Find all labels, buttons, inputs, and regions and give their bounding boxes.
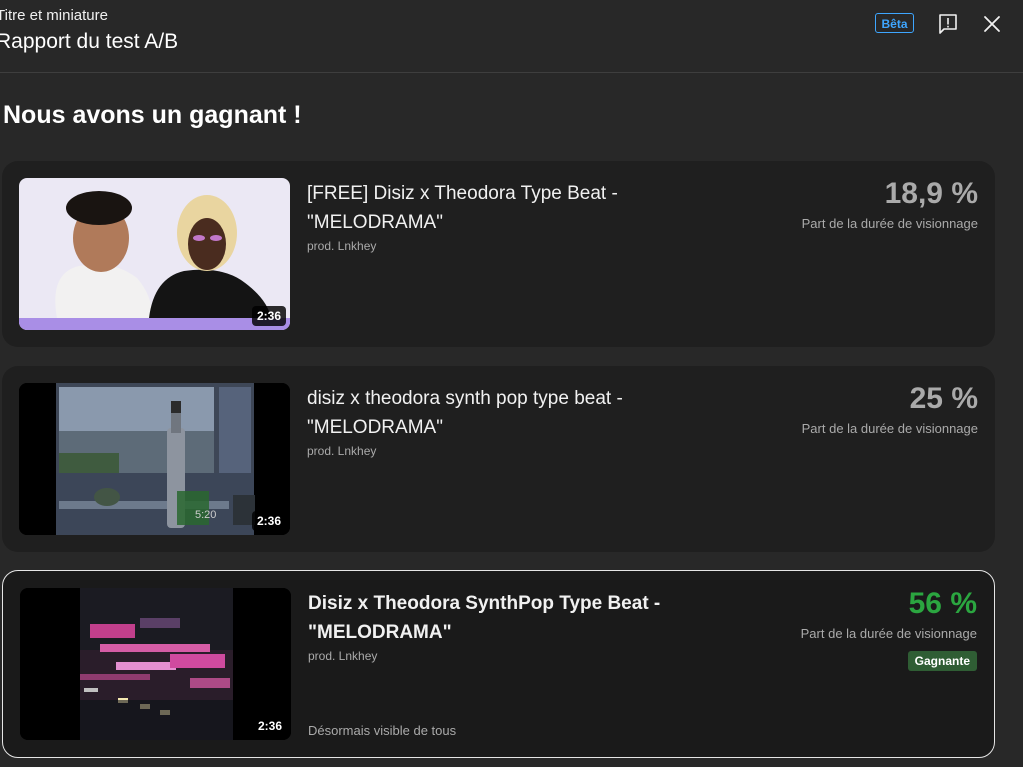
variant-card-1[interactable]: 2:36 [FREE] Disiz x Theodora Type Beat -… xyxy=(2,161,995,347)
video-title: Disiz x Theodora SynthPop Type Beat - "M… xyxy=(308,593,661,643)
beta-badge: Bêta xyxy=(875,13,914,33)
video-producer: prod. Lnkhey xyxy=(307,444,377,458)
metric-label: Part de la durée de visionnage xyxy=(801,421,978,436)
dialog-subtitle: Titre et miniature xyxy=(0,7,108,24)
video-title: [FREE] Disiz x Theodora Type Beat - "MEL… xyxy=(307,183,618,233)
thumbnail[interactable]: 5:20 2:36 xyxy=(19,383,290,535)
thumbnail[interactable]: 2:36 xyxy=(19,178,290,330)
video-producer: prod. Lnkhey xyxy=(308,649,378,663)
video-title: disiz x theodora synth pop type beat - "… xyxy=(307,388,623,438)
dialog-header: Titre et miniature Rapport du test A/B B… xyxy=(0,0,1023,73)
metric-label: Part de la durée de visionnage xyxy=(800,626,977,641)
duration-badge: 2:36 xyxy=(251,511,286,531)
close-icon[interactable] xyxy=(980,12,1004,36)
video-producer: prod. Lnkhey xyxy=(307,239,377,253)
watch-time-percentage: 18,9 % xyxy=(884,177,978,210)
dialog-title: Rapport du test A/B xyxy=(0,30,179,53)
variant-card-3-winner[interactable]: 2:36 Disiz x Theodora SynthPop Type Beat… xyxy=(2,570,995,758)
duration-badge: 2:36 xyxy=(252,716,287,736)
metric-label: Part de la durée de visionnage xyxy=(801,216,978,231)
variant-card-2[interactable]: 5:20 2:36 disiz x theodora synth pop typ… xyxy=(2,366,995,552)
watch-time-percentage: 56 % xyxy=(908,587,977,620)
feedback-icon[interactable] xyxy=(936,12,960,36)
winner-badge: Gagnante xyxy=(907,651,977,671)
visibility-status: Désormais visible de tous xyxy=(308,723,457,738)
duration-badge: 2:36 xyxy=(251,306,286,326)
thumbnail[interactable]: 2:36 xyxy=(20,588,291,740)
watch-time-percentage: 25 % xyxy=(909,382,978,415)
page-heading: Nous avons un gagnant ! xyxy=(3,101,302,129)
thumbnail-overlay-text: 5:20 xyxy=(195,509,216,521)
